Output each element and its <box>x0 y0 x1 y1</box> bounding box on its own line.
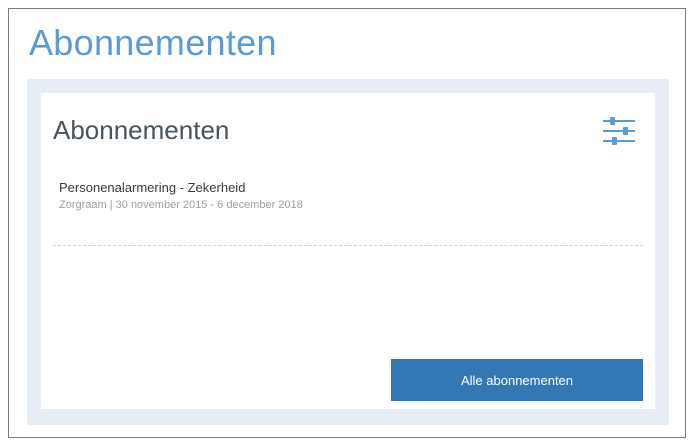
subscription-meta: Zorgraam | 30 november 2015 - 6 december… <box>59 199 303 211</box>
card-title: Abonnementen <box>53 115 230 145</box>
subscriptions-card: Abonnementen Personenalarmering - Zekerh… <box>41 93 655 409</box>
all-subscriptions-button[interactable]: Alle abonnementen <box>391 359 643 401</box>
subscription-name: Personenalarmering - Zekerheid <box>59 180 246 195</box>
list-item[interactable]: Personenalarmering - Zekerheid Zorgraam … <box>59 179 639 213</box>
widget-frame: Abonnementen Abonnementen Personenalarme… <box>8 8 686 438</box>
filter-sliders-svg <box>603 117 635 145</box>
divider <box>53 245 643 246</box>
page-title: Abonnementen <box>29 22 277 63</box>
subscriptions-panel: Abonnementen Personenalarmering - Zekerh… <box>27 79 669 425</box>
filter-sliders-icon[interactable] <box>601 115 637 147</box>
